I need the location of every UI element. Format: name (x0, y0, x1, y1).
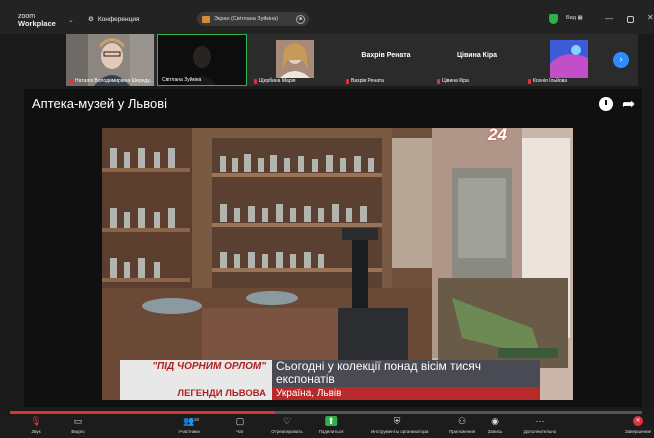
chat-icon: ▢ (235, 416, 245, 426)
share-label: Поделиться (318, 429, 344, 434)
more-icon: ⋯ (535, 416, 545, 426)
close-icon[interactable]: ✕ (647, 13, 654, 22)
shared-page-title: Аптека-музей у Львові (32, 96, 167, 111)
chevron-down-icon[interactable]: ⌄ (68, 16, 74, 24)
screen-share-icon (202, 15, 210, 23)
participant-name: Світлана Зуйкіна (162, 77, 202, 83)
audio-button[interactable]: 🎙 Звук (22, 414, 50, 438)
stop-share-icon[interactable]: ■ (296, 14, 305, 24)
host-label: Инструменты организатора (371, 429, 429, 434)
participant-count-badge: 10 (194, 417, 200, 422)
participant-tile[interactable]: Щербина Марія (250, 34, 338, 86)
screen-share-label: Экран (Світлана Зуйкіна) (214, 16, 278, 22)
mic-muted-icon (437, 78, 440, 84)
meeting-menu-button[interactable]: ⚙ Конференция (88, 13, 139, 25)
meeting-toolbar: 🎙 Звук ▭ Видео 👥 10 Участники ▢ Чат ♡ Отреагироват… (0, 414, 654, 438)
gear-icon: ⚙ (88, 16, 94, 23)
participants-button[interactable]: 👥 10 Участники (175, 414, 203, 438)
participant-name: Цівина Кіра (442, 78, 469, 84)
participant-name: Ксенія Ільйова (533, 78, 568, 84)
more-button[interactable]: ⋯ Дополнительно (524, 414, 556, 438)
participant-tile[interactable]: Вахрів Рената Вахрів Рената (342, 34, 430, 86)
maximize-icon[interactable] (627, 16, 634, 23)
participant-display-name: Вахрів Рената (361, 52, 411, 59)
end-icon: ✕ (633, 416, 643, 426)
title-bar: zoom Workplace ⌄ ⚙ Конференция Экран (Св… (0, 0, 654, 34)
record-button[interactable]: ◉ Запись (481, 414, 509, 438)
screen-share-indicator[interactable]: Экран (Світлана Зуйкіна) ■ (197, 12, 309, 26)
logo-line-2: Workplace (18, 19, 56, 28)
participant-display-name: Цівина Кіра (456, 52, 498, 59)
end-label: Завершение (624, 429, 652, 434)
mic-muted-icon (528, 78, 531, 84)
mic-muted-icon (346, 78, 349, 84)
more-label: Дополнительно (523, 429, 557, 434)
apps-icon: ⚇ (457, 416, 467, 426)
participant-name: Наталія Володимирівна Шереду... (75, 78, 154, 84)
view-label: Вид (566, 15, 576, 21)
shared-screen: Аптека-музей у Львові ➦ 24 "ПІД ЧОРНИМ О… (24, 89, 642, 407)
video-player[interactable]: 24 24 "ПІД ЧОРНИМ ОРЛОМ" Сьогодні у коле… (102, 128, 573, 400)
heart-icon: ♡ (282, 416, 292, 426)
mic-muted-icon: 🎙 (30, 416, 42, 426)
share-screen-icon: ⬆ (325, 416, 337, 426)
share-button[interactable]: ⬆ Поделиться (317, 414, 345, 438)
clock-icon[interactable] (599, 97, 613, 111)
react-button[interactable]: ♡ Отреагировать (271, 414, 302, 438)
zoom-window: zoom Workplace ⌄ ⚙ Конференция Экран (Св… (0, 0, 654, 438)
share-forward-icon[interactable]: ➦ (622, 94, 635, 114)
security-shield-icon[interactable] (549, 14, 558, 24)
chat-label: Чат (236, 429, 244, 434)
channel-logo: 24 (488, 128, 507, 144)
participant-tile[interactable]: Наталія Володимирівна Шереду... (66, 34, 154, 86)
caption-subtitle: Сьогодні у колекції понад вісім тисяч ек… (272, 360, 540, 387)
next-page-button[interactable]: › (613, 52, 629, 68)
mic-muted-icon (70, 78, 73, 84)
record-icon: ◉ (491, 416, 499, 426)
participants-label: Участники (178, 429, 200, 434)
participant-tile[interactable]: Ксенія Ільйова (524, 34, 612, 86)
video-button[interactable]: ▭ Видео (64, 414, 92, 438)
participant-name: Щербина Марія (259, 78, 296, 84)
caption-location: Україна, Львів (272, 387, 540, 400)
minimize-icon[interactable]: — (605, 14, 613, 23)
participant-strip: Наталія Володимирівна Шереду... Світлана… (66, 34, 638, 86)
zoom-logo: zoom Workplace (18, 13, 56, 27)
caption-program-title: "ПІД ЧОРНИМ ОРЛОМ" (120, 360, 272, 387)
shield-icon: ⛨ (393, 416, 401, 426)
participant-tile[interactable]: Цівина Кіра Цівина Кіра (433, 34, 521, 86)
end-button[interactable]: ✕ Завершение (624, 414, 652, 438)
meeting-menu-label: Конференция (97, 15, 140, 23)
mic-muted-icon (254, 78, 257, 84)
participant-name: Вахрів Рената (351, 78, 384, 84)
participant-tile-active[interactable]: Світлана Зуйкіна (157, 34, 247, 86)
view-button[interactable]: Вид ▦ (566, 15, 583, 21)
caption-series-title: ЛЕГЕНДИ ЛЬВОВА (120, 387, 272, 400)
video-label: Видео (71, 429, 85, 434)
chat-button[interactable]: ▢ Чат (226, 414, 254, 438)
host-button[interactable]: ⛨ Инструменты организатора (371, 414, 428, 438)
camera-icon: ▭ (73, 416, 83, 426)
participants-icon: 👥 (183, 416, 195, 426)
